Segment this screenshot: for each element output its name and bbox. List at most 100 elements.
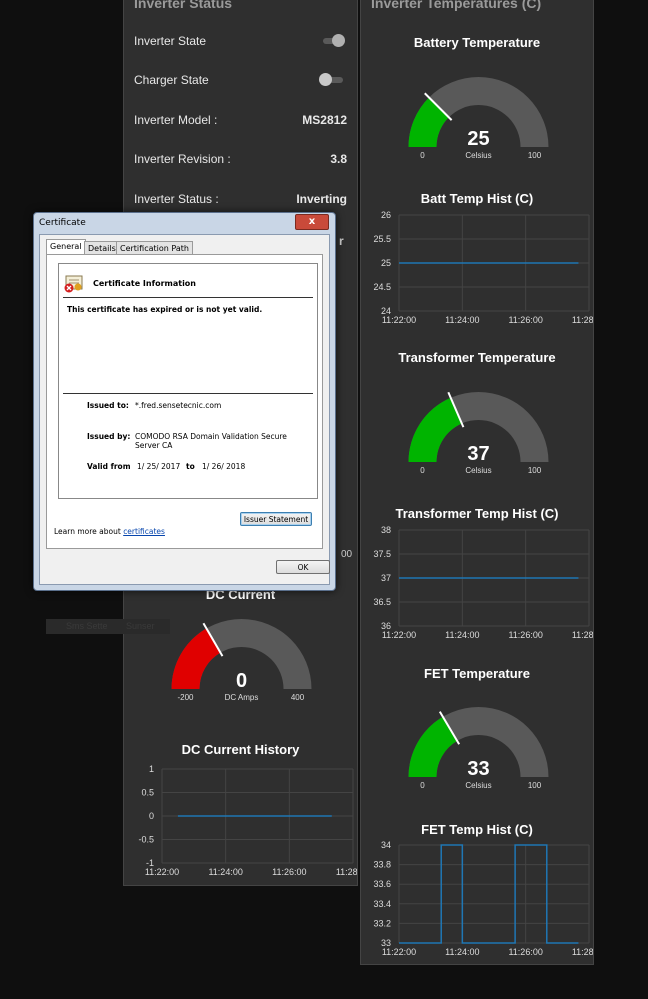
issuer-statement-button[interactable]: Issuer Statement bbox=[240, 512, 312, 526]
x-tick-label: 11:22:00 bbox=[382, 947, 416, 957]
inverter-revision-label: Inverter Revision : bbox=[134, 152, 231, 166]
certificates-link[interactable]: certificates bbox=[123, 527, 165, 536]
tab-certification-path[interactable]: Certification Path bbox=[116, 241, 193, 255]
y-tick-label: 34 bbox=[381, 840, 391, 850]
strip-left-text: Sms Sette bbox=[66, 621, 108, 631]
y-tick-label: 37.5 bbox=[373, 549, 391, 559]
valid-to-value: 1/ 26/ 2018 bbox=[202, 462, 246, 471]
inverter-model-row: Inverter Model : MS2812 bbox=[134, 110, 347, 130]
gauge-value: 37 bbox=[467, 443, 489, 465]
background-strip: Sms Sette Sunser bbox=[46, 619, 170, 634]
x-tick-label: 11:28:00 bbox=[572, 315, 594, 325]
fet-temp-title: FET Temperature bbox=[424, 666, 530, 681]
x-tick-label: 11:28:00 bbox=[572, 947, 594, 957]
y-tick-label: 33.4 bbox=[373, 899, 391, 909]
gauge-min-label: 0 bbox=[420, 781, 425, 790]
issued-to-value: *.fred.sensetecnic.com bbox=[135, 401, 222, 410]
x-tick-label: 11:22:00 bbox=[382, 630, 416, 640]
chart-svg: 2625.52524.52411:22:00 11:24:00 11:26:00 11… bbox=[373, 210, 594, 325]
certificate-info-heading: Certificate Information bbox=[93, 279, 196, 288]
y-tick-label: 0.5 bbox=[141, 788, 154, 798]
batt-temp-history-chart: 26 25.5 25 24.5 24 11:22:00 11:24:00 11:26:00 11… bbox=[361, 207, 594, 327]
dialog-title: Certificate bbox=[39, 218, 86, 228]
gauge-units: Celsius bbox=[465, 151, 491, 160]
x-tick-label: 11:22:00 bbox=[382, 315, 416, 325]
gauge-units: DC Amps bbox=[225, 693, 259, 702]
x-tick-label: 11:24:00 bbox=[445, 630, 479, 640]
fet-hist-title: FET Temp Hist (C) bbox=[421, 822, 533, 837]
tab-details[interactable]: Details bbox=[84, 241, 120, 255]
gauge-svg: 37Celsius 0 100 bbox=[408, 391, 549, 475]
gauge-units: Celsius bbox=[465, 781, 491, 790]
certificate-dialog: Certificate x General Details Certificat… bbox=[33, 212, 336, 591]
x-tick-label: 11:24:00 bbox=[208, 867, 242, 877]
inverter-temperatures-panel: Inverter Temperatures (C) Battery Temper… bbox=[360, 0, 594, 965]
y-tick-label: -0.5 bbox=[138, 835, 154, 845]
divider bbox=[63, 297, 313, 298]
battery-temp-title: Battery Temperature bbox=[413, 35, 541, 50]
y-tick-label: 0 bbox=[149, 811, 154, 821]
chart-svg: 3433.833.633.433.23311:22:00 11:24:00 11:2… bbox=[373, 840, 594, 957]
inverter-state-toggle[interactable] bbox=[319, 34, 345, 48]
y-tick-label: 26 bbox=[381, 210, 391, 220]
x-tick-label: 11:26:00 bbox=[508, 630, 542, 640]
inverter-revision-row: Inverter Revision : 3.8 bbox=[134, 149, 347, 169]
gauge-min-label: 0 bbox=[420, 466, 425, 475]
gauge-svg: 33Celsius 0 100 bbox=[408, 707, 549, 790]
x-tick-label: 11:26:00 bbox=[272, 867, 306, 877]
inverter-model-label: Inverter Model : bbox=[134, 113, 218, 127]
strip-right-text: Sunser bbox=[126, 621, 155, 631]
gauge-units: Celsius bbox=[465, 466, 491, 475]
x-tick-label: 11:24:00 bbox=[445, 947, 479, 957]
batt-hist-title: Batt Temp Hist (C) bbox=[420, 191, 534, 206]
inverter-state-row: Inverter State bbox=[134, 31, 347, 51]
fet-temp-gauge: 33 Celsius 0 100 bbox=[396, 699, 561, 794]
learn-more-text: Learn more about certificates bbox=[54, 527, 165, 536]
gauge-max-label: 100 bbox=[528, 466, 542, 475]
y-tick-label: 1 bbox=[149, 764, 154, 774]
charger-state-toggle[interactable] bbox=[319, 73, 345, 87]
gauge-value: 33 bbox=[467, 758, 489, 780]
chart-svg: 3837.53736.53611:22:00 11:24:00 11:26:00 11… bbox=[373, 525, 594, 640]
x-tick-label: 11:28:00 bbox=[572, 630, 594, 640]
inverter-status-title: Inverter Status bbox=[134, 0, 233, 11]
y-tick-label: 25.5 bbox=[373, 234, 391, 244]
dc-history-title: DC Current History bbox=[181, 742, 300, 757]
y-tick-label: 25 bbox=[381, 258, 391, 268]
ok-button[interactable]: OK bbox=[276, 560, 330, 574]
valid-from-label: Valid from bbox=[87, 462, 131, 471]
general-tab-page: Certificate Information This certificate… bbox=[46, 254, 323, 549]
transformer-temp-gauge: 37 Celsius 0 100 bbox=[396, 384, 561, 479]
inverter-state-label: Inverter State bbox=[134, 34, 207, 48]
y-tick-label: 24.5 bbox=[373, 282, 391, 292]
transformer-temp-title: Transformer Temperature bbox=[398, 350, 556, 365]
x-tick-label: 11:26:00 bbox=[508, 947, 542, 957]
y-tick-label: 37 bbox=[381, 573, 391, 583]
valid-to-label: to bbox=[186, 462, 195, 471]
valid-from-value: 1/ 25/ 2017 bbox=[137, 462, 181, 471]
dialog-titlebar[interactable]: Certificate x bbox=[34, 213, 335, 233]
y-tick-label: 33.2 bbox=[373, 918, 391, 928]
dialog-body: General Details Certification Path Certi… bbox=[39, 234, 330, 585]
certificate-warning: This certificate has expired or is not y… bbox=[67, 305, 263, 314]
partial-tick-label: 00 bbox=[341, 549, 353, 560]
inverter-model-value: MS2812 bbox=[302, 113, 347, 127]
gauge-max-label: 400 bbox=[291, 693, 305, 702]
issued-by-label: Issued by: bbox=[87, 432, 131, 441]
certificate-info-box: Certificate Information This certificate… bbox=[58, 263, 318, 499]
gauge-svg: 25Celsius 0 100 bbox=[408, 77, 549, 160]
charger-state-label: Charger State bbox=[134, 73, 209, 87]
divider bbox=[63, 393, 313, 394]
charger-state-row: Charger State bbox=[134, 70, 347, 90]
y-tick-label: 38 bbox=[381, 525, 391, 535]
x-tick-label: 11:22:00 bbox=[145, 867, 179, 877]
gauge-min-label: -200 bbox=[177, 693, 194, 702]
series-line bbox=[399, 844, 579, 944]
inverter-status-value: Inverting bbox=[296, 192, 347, 206]
gauge-value: 0 bbox=[236, 670, 247, 692]
transformer-temp-history-chart: 38 37.5 37 36.5 36 11:22:00 11:24:00 11:26:00 11… bbox=[361, 522, 594, 642]
close-button[interactable]: x bbox=[295, 214, 329, 230]
chart-svg: 10.50-0.5-111:22:00 11:24:00 11:26:00 11:28… bbox=[138, 764, 357, 877]
y-tick-label: 36.5 bbox=[373, 597, 391, 607]
partial-row-text: r bbox=[339, 234, 344, 248]
